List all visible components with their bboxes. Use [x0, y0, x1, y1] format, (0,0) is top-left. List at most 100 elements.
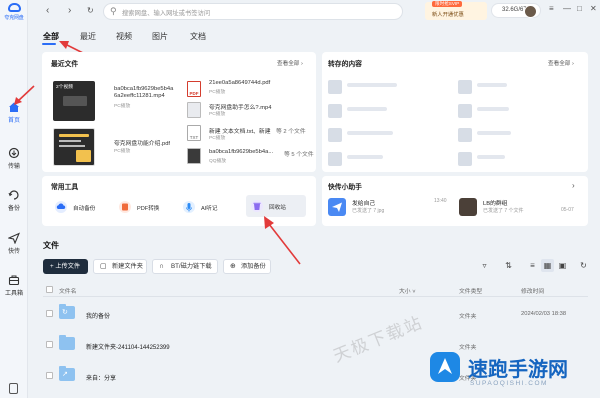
cloud-backup-icon [55, 201, 67, 213]
row-checkbox[interactable] [46, 341, 53, 348]
upload-file-button[interactable]: + 上传文件 [43, 259, 88, 274]
row-checkbox[interactable] [46, 310, 53, 317]
menu-icon[interactable]: ≡ [549, 4, 554, 13]
backup-add-icon: ⊕ [230, 263, 236, 270]
annotation-arrow-home [14, 85, 35, 105]
close-icon[interactable]: ✕ [590, 4, 597, 13]
recent-file-count: 等 5 个文件 [284, 152, 314, 158]
saved-item-name [477, 83, 507, 87]
recent-file-name: ba0bca1fb9629be5b4a [114, 86, 174, 92]
column-size[interactable]: 大小 ˅ [399, 286, 416, 295]
table-row[interactable]: ↻ 我的备份 文件夹 2024/02/03 18:38 [43, 300, 588, 328]
avatar[interactable] [524, 5, 537, 18]
rail-item-backup[interactable]: 备份 [0, 189, 28, 212]
refresh-icon[interactable]: ↻ [87, 6, 94, 15]
column-name[interactable]: 文件名 [59, 286, 76, 295]
rail-item-label: 首页 [7, 118, 20, 124]
recent-file-meta: PC播放 [209, 90, 226, 95]
phone-icon[interactable] [9, 383, 18, 394]
rail-item-label: 工具箱 [4, 291, 23, 297]
rail-item-send[interactable]: 快传 [0, 232, 28, 255]
app-logo-text: 夸克网盘 [4, 15, 24, 21]
recent-file-item[interactable]: 2个视频 ba0bca1fb9629be5b4a 6a2eeffc11281.m… [51, 78, 181, 126]
refresh-files-icon[interactable]: ↻ [577, 259, 590, 272]
tab-docs[interactable]: 文档 [190, 31, 206, 42]
magnet-icon: ∩ [159, 263, 165, 270]
recent-file-item[interactable]: TXT 新建 文本文档.txt、新建 等 2 个文件 PC播放 [183, 123, 315, 147]
tool-ai-notes[interactable]: AI听记 [178, 198, 238, 216]
search-icon: ⚲ [110, 6, 117, 16]
saved-item-thumbnail[interactable] [458, 104, 472, 118]
rail-item-transfer[interactable]: 传输 [0, 147, 28, 170]
tool-pdf-convert[interactable]: PDF转换 [114, 198, 174, 216]
back-arrow-icon[interactable]: ‹ [46, 5, 49, 16]
column-type[interactable]: 文件类型 [459, 286, 482, 295]
saved-item-thumbnail[interactable] [328, 152, 342, 166]
recent-view-all-link[interactable]: 查看全部 › [277, 59, 303, 67]
assistant-chat-item[interactable]: LB的群组 已发送了 7 个文件 05-07 [459, 197, 581, 219]
recent-file-item[interactable]: PDF 21ee0a5a8649744d.pdf PC播放 [183, 78, 313, 102]
rail-item-toolbox[interactable]: 工具箱 [0, 274, 28, 297]
recent-file-meta: PC播放 [209, 136, 226, 141]
saved-item-thumbnail[interactable] [458, 128, 472, 142]
send-icon [7, 232, 21, 245]
row-checkbox[interactable] [46, 372, 53, 379]
list-view-icon[interactable]: ≡ [526, 259, 539, 272]
tool-auto-backup[interactable]: 自动备份 [50, 198, 110, 216]
filter-icon[interactable]: ▿ [478, 259, 491, 272]
svip-promo-button[interactable]: 限时抢SVIP 新人开通优惠 [425, 1, 487, 20]
thumbnail-view-icon[interactable]: ▣ [556, 259, 569, 272]
saved-item-name [347, 155, 383, 159]
saved-item-thumbnail[interactable] [328, 80, 342, 94]
chat-name: 发给自己 [352, 201, 376, 207]
saved-item-thumbnail[interactable] [458, 80, 472, 94]
search-input[interactable]: ⚲ 搜索网盘、输入网址或书签访问 [103, 3, 403, 20]
tab-video[interactable]: 视频 [116, 31, 132, 42]
forward-arrow-icon[interactable]: › [68, 5, 71, 16]
saved-item-name [347, 131, 393, 135]
folder-plus-icon: ▢ [100, 263, 107, 270]
app-logo[interactable]: 夸克网盘 [3, 3, 25, 21]
tool-label: 自动备份 [73, 206, 96, 212]
transfer-assistant-title: 快传小助手 [328, 184, 362, 191]
recent-file-meta: PC播放 [209, 112, 226, 117]
brand-name: 速跑手游网 [468, 359, 568, 381]
select-all-checkbox[interactable] [46, 286, 53, 293]
brand-domain: SUPAOQISHI.COM [470, 380, 548, 387]
maximize-icon[interactable]: □ [577, 4, 582, 13]
recent-file-name: 21ee0a5a8649744d.pdf [209, 80, 271, 86]
common-tools-title: 常用工具 [51, 184, 79, 191]
add-backup-button[interactable]: ⊕ 添加备份 [223, 259, 271, 274]
recent-file-item[interactable]: 夸克网盘功能介绍.pdf PC播放 [51, 126, 181, 170]
promo-badge: 限时抢SVIP [432, 1, 463, 7]
assistant-chat-item[interactable]: 发给自己 已发送了 7 jpg 13:40 [328, 197, 448, 219]
saved-view-all-link[interactable]: 查看全部 › [548, 59, 574, 67]
chat-preview: 已发送了 7 个文件 [483, 208, 524, 214]
saved-item-thumbnail[interactable] [328, 128, 342, 142]
recent-file-meta: PC播放 [114, 104, 131, 109]
chat-name: LB的群组 [483, 201, 508, 207]
column-modified[interactable]: 修改时间 [521, 286, 544, 295]
saved-item-thumbnail[interactable] [458, 152, 472, 166]
file-type: 文件夹 [459, 314, 477, 320]
saved-item-name [477, 155, 505, 159]
brand-logo-icon [430, 352, 460, 382]
shared-folder-icon: ↗ [59, 366, 75, 381]
sort-icon[interactable]: ⇅ [502, 259, 515, 272]
assistant-expand-icon[interactable]: › [572, 181, 575, 190]
recent-files-title: 最近文件 [51, 61, 79, 68]
grid-view-icon[interactable]: ▦ [541, 259, 554, 272]
new-folder-button[interactable]: ▢ 新建文件夹 [93, 259, 147, 274]
tab-image[interactable]: 图片 [152, 31, 168, 42]
file-name: 我的备份 [86, 314, 111, 320]
recent-file-item[interactable]: ba0bca1fb9629be5b4a... 等 5 个文件 QQ播放 [183, 146, 315, 170]
minimize-icon[interactable]: — [563, 4, 571, 13]
file-name: 来自：分享 [86, 376, 117, 382]
saved-item-name [347, 83, 397, 87]
self-chat-avatar [328, 198, 346, 216]
site-brand-watermark: 速跑手游网 SUPAOQISHI.COM [430, 350, 598, 396]
recent-file-item[interactable]: 夸克网盘助手怎么?.mp4 PC播放 [183, 100, 313, 124]
bt-download-button[interactable]: ∩ BT/磁力链下载 [152, 259, 218, 274]
recent-file-meta: PC播放 [114, 149, 131, 154]
saved-item-thumbnail[interactable] [328, 104, 342, 118]
